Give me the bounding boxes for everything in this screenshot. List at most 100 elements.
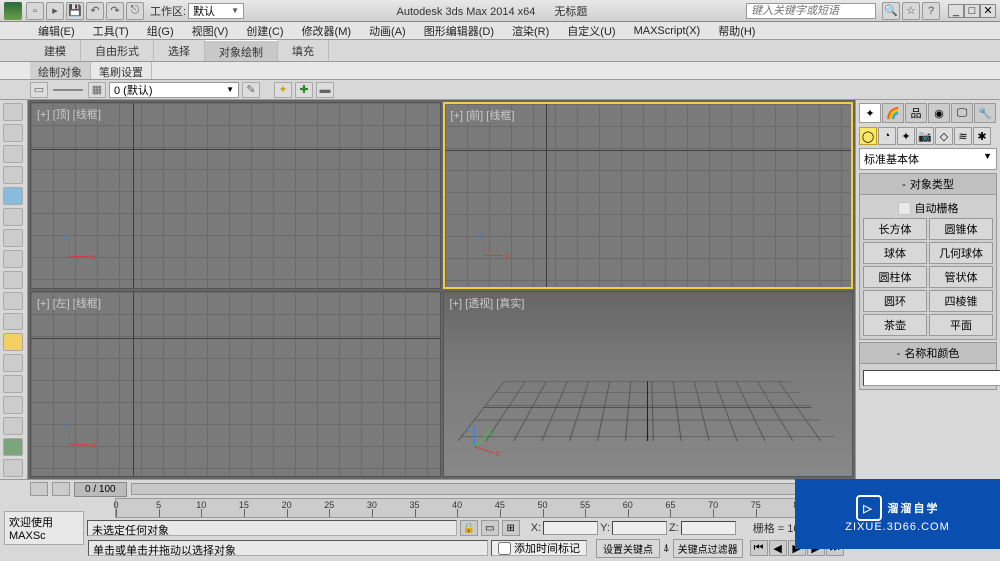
pyramid-button[interactable]: 四棱锥 xyxy=(929,290,993,312)
time-tag-checkbox[interactable] xyxy=(498,542,511,555)
edit-icon[interactable]: ✎ xyxy=(242,82,260,98)
z-input[interactable] xyxy=(681,521,736,535)
viewport-perspective[interactable]: [+] [透视] [真实] xyz xyxy=(443,291,854,478)
fill-icon[interactable]: ▦ xyxy=(88,82,106,98)
time-tag-field[interactable]: 添加时间标记 xyxy=(491,540,587,556)
create-tab-icon[interactable]: ✦ xyxy=(859,103,881,123)
geometry-icon[interactable]: ◯ xyxy=(859,127,877,145)
tool-icon[interactable] xyxy=(3,354,23,372)
y-input[interactable] xyxy=(612,521,667,535)
viewport-front[interactable]: [+] [前] [线框] xz xyxy=(443,102,854,289)
menu-tools[interactable]: 工具(T) xyxy=(85,21,137,41)
name-color-rollout-header[interactable]: -名称和颜色 xyxy=(859,342,997,364)
tool-icon[interactable] xyxy=(3,438,23,456)
prev-frame-icon[interactable]: ◀ xyxy=(769,540,787,556)
star-icon[interactable]: ☆ xyxy=(902,2,920,20)
torus-button[interactable]: 圆环 xyxy=(863,290,927,312)
tool-icon[interactable] xyxy=(3,145,23,163)
spacewarps-icon[interactable]: ≋ xyxy=(954,127,972,145)
ribbon-tab-freeform[interactable]: 自由形式 xyxy=(81,40,154,61)
open-icon[interactable]: ▸ xyxy=(46,2,64,20)
menu-create[interactable]: 创建(C) xyxy=(238,21,291,41)
tool-icon[interactable] xyxy=(3,124,23,142)
viewport-label[interactable]: [+] [左] [线框] xyxy=(37,295,101,311)
tool-icon[interactable] xyxy=(3,375,23,393)
cone-button[interactable]: 圆锥体 xyxy=(929,218,993,240)
viewport-top[interactable]: [+] [顶] [线框] xz xyxy=(30,102,441,289)
lights-icon[interactable]: ✦ xyxy=(897,127,915,145)
tool-icon[interactable] xyxy=(3,229,23,247)
time-prev-icon[interactable] xyxy=(30,482,48,496)
remove-icon[interactable]: ▬ xyxy=(316,82,334,98)
utilities-tab-icon[interactable]: 🔧 xyxy=(974,103,996,123)
help-search-input[interactable] xyxy=(746,3,876,19)
keymode-icon[interactable]: ⍋ xyxy=(663,542,670,555)
viewport-label[interactable]: [+] [前] [线框] xyxy=(451,107,515,123)
tool-icon[interactable] xyxy=(3,208,23,226)
menu-edit[interactable]: 编辑(E) xyxy=(30,21,83,41)
modify-tab-icon[interactable]: 🌈 xyxy=(882,103,904,123)
time-next-icon[interactable] xyxy=(52,482,70,496)
motion-tab-icon[interactable]: ◉ xyxy=(928,103,950,123)
box-button[interactable]: 长方体 xyxy=(863,218,927,240)
tool-icon[interactable] xyxy=(3,313,23,331)
minimize-button[interactable]: _ xyxy=(948,4,964,18)
tool-icon[interactable] xyxy=(3,166,23,184)
x-input[interactable] xyxy=(543,521,598,535)
object-type-rollout-header[interactable]: -对象类型 xyxy=(859,173,997,195)
menu-customize[interactable]: 自定义(U) xyxy=(559,21,623,41)
sub-tab-brush-settings[interactable]: 笔刷设置 xyxy=(91,62,152,79)
viewport-label[interactable]: [+] [顶] [线框] xyxy=(37,106,101,122)
menu-modifiers[interactable]: 修改器(M) xyxy=(294,21,360,41)
menu-graph[interactable]: 图形编辑器(D) xyxy=(416,21,502,41)
link-icon[interactable]: ⎋ xyxy=(126,2,144,20)
menu-animation[interactable]: 动画(A) xyxy=(361,21,414,41)
new-icon[interactable]: ▫ xyxy=(26,2,44,20)
redo-icon[interactable]: ↷ xyxy=(106,2,124,20)
teapot-button[interactable]: 茶壶 xyxy=(863,314,927,336)
menu-maxscript[interactable]: MAXScript(X) xyxy=(626,23,709,39)
goto-start-icon[interactable]: ⏮ xyxy=(750,540,768,556)
brush-icon[interactable]: ✦ xyxy=(274,82,292,98)
tool-icon[interactable] xyxy=(3,187,23,205)
tube-button[interactable]: 管状体 xyxy=(929,266,993,288)
search-icon[interactable]: 🔍 xyxy=(882,2,900,20)
tool-icon[interactable] xyxy=(3,459,23,477)
setkey-button[interactable]: 设置关键点 xyxy=(596,539,660,558)
ribbon-tab-modeling[interactable]: 建模 xyxy=(30,40,81,61)
helpers-icon[interactable]: ◇ xyxy=(935,127,953,145)
abs-icon[interactable]: ⊞ xyxy=(502,520,520,536)
maximize-button[interactable]: □ xyxy=(964,4,980,18)
object-dropdown[interactable]: 0 (默认) ▼ xyxy=(109,82,239,98)
menu-views[interactable]: 视图(V) xyxy=(184,21,237,41)
cameras-icon[interactable]: 📷 xyxy=(916,127,934,145)
tool-icon[interactable] xyxy=(3,271,23,289)
selset-icon[interactable]: ▭ xyxy=(481,520,499,536)
workspace-dropdown[interactable]: 默认 ▼ xyxy=(188,3,244,19)
hierarchy-tab-icon[interactable]: 品 xyxy=(905,103,927,123)
tool-icon[interactable] xyxy=(3,292,23,310)
viewport-left[interactable]: [+] [左] [线框] xz xyxy=(30,291,441,478)
tool-icon[interactable] xyxy=(3,417,23,435)
sub-tab-paint-objects[interactable]: 绘制对象 xyxy=(30,62,91,79)
tool-icon[interactable] xyxy=(3,396,23,414)
display-tab-icon[interactable]: 🖵 xyxy=(951,103,973,123)
menu-group[interactable]: 组(G) xyxy=(139,21,182,41)
cylinder-button[interactable]: 圆柱体 xyxy=(863,266,927,288)
viewport-label[interactable]: [+] [透视] [真实] xyxy=(450,295,525,311)
menu-render[interactable]: 渲染(R) xyxy=(504,21,557,41)
ribbon-tab-object-paint[interactable]: 对象绘制 xyxy=(205,40,278,61)
systems-icon[interactable]: ✱ xyxy=(973,127,991,145)
object-name-input[interactable] xyxy=(863,370,1000,386)
close-button[interactable]: ✕ xyxy=(980,4,996,18)
sphere-button[interactable]: 球体 xyxy=(863,242,927,264)
save-icon[interactable]: 💾 xyxy=(66,2,84,20)
undo-icon[interactable]: ↶ xyxy=(86,2,104,20)
shapes-icon[interactable]: ◔ xyxy=(878,127,896,145)
primitive-type-dropdown[interactable]: 标准基本体 ▼ xyxy=(859,148,997,170)
ribbon-tab-select[interactable]: 选择 xyxy=(154,40,205,61)
geosphere-button[interactable]: 几何球体 xyxy=(929,242,993,264)
time-slider-handle[interactable]: 0 / 100 xyxy=(74,482,127,497)
plane-button[interactable]: 平面 xyxy=(929,314,993,336)
pick-icon[interactable]: ▭ xyxy=(30,82,48,98)
